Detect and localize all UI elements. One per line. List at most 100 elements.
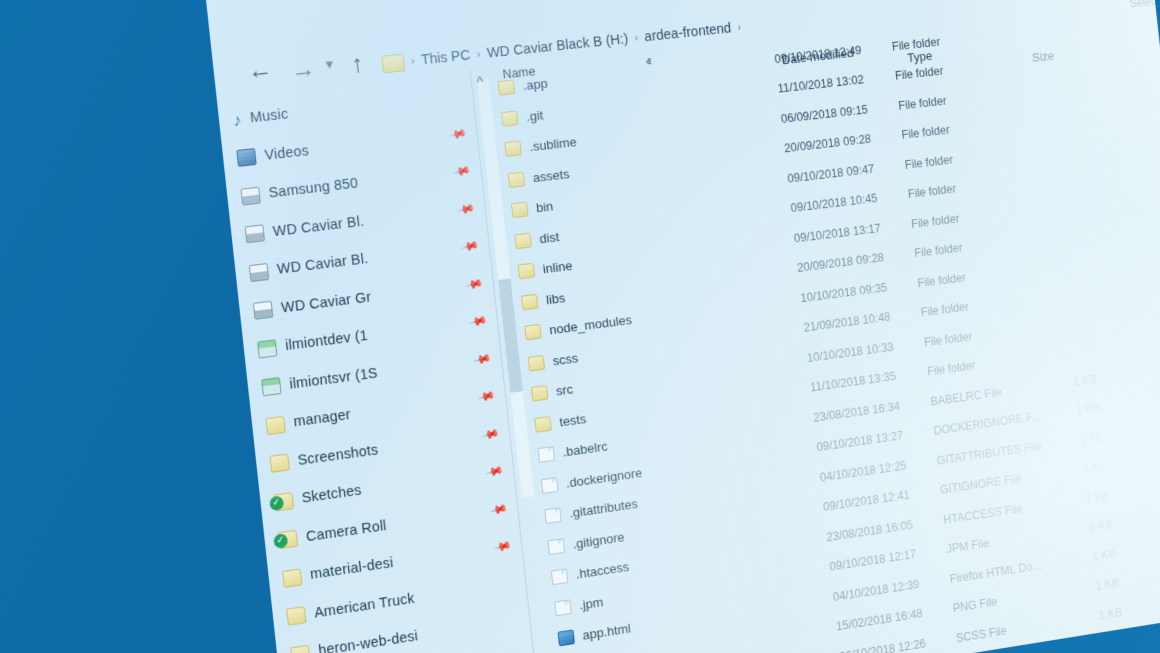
pin-icon[interactable]: 📌: [469, 312, 488, 331]
file-size: [1035, 175, 1074, 180]
file-size: 1 KB: [1082, 605, 1123, 624]
pin-icon[interactable]: 📌: [461, 237, 480, 256]
back-arrow-icon[interactable]: ←: [246, 57, 273, 84]
sidebar-item-label: heron-web-desi: [318, 629, 419, 653]
file-date: 06/09/2018 09:15: [780, 103, 868, 126]
file-name: tests: [559, 411, 587, 429]
pin-icon[interactable]: 📌: [473, 350, 492, 369]
file-icon: [544, 507, 562, 524]
file-name: .gitattributes: [569, 496, 639, 520]
file-date: 09/10/2018 09:47: [787, 162, 875, 185]
recent-locations-chevron-icon[interactable]: ▾: [325, 57, 334, 73]
network-drive-icon: [257, 339, 277, 358]
file-type: File folder: [894, 64, 944, 82]
folder-icon: [286, 606, 306, 626]
file-date: 21/09/2018 10:48: [803, 310, 891, 335]
network-drive-icon: [261, 377, 281, 396]
file-size: 1 KB: [1079, 576, 1120, 595]
breadcrumb-drive[interactable]: WD Caviar Black B (H:): [486, 31, 629, 61]
breadcrumb-separator: ›: [410, 55, 415, 67]
file-size: [1051, 320, 1090, 325]
drive-icon: [249, 263, 269, 282]
file-type: File folder: [920, 300, 969, 319]
breadcrumb-folder[interactable]: ardea-frontend: [644, 21, 732, 45]
file-type: File folder: [917, 271, 966, 290]
file-date: 06/10/2018 12:26: [839, 637, 927, 653]
breadcrumb-folder-icon: [381, 54, 405, 74]
pin-icon[interactable]: 📌: [453, 162, 472, 181]
file-icon: [548, 538, 566, 555]
file-type: File folder: [904, 153, 954, 172]
folder-icon: [508, 171, 526, 187]
folder-icon: [518, 263, 536, 280]
monitor-photo: access Copy Paste Copy path Paste shortc…: [196, 0, 1160, 653]
sync-check-icon: ✓: [273, 533, 288, 549]
file-date: 09/10/2018 13:17: [793, 221, 881, 245]
file-date: 09/10/2018 12:49: [774, 43, 862, 65]
folder-icon: [504, 141, 522, 157]
forward-arrow-icon[interactable]: →: [290, 57, 317, 84]
file-date: 04/10/2018 12:25: [819, 459, 907, 485]
sidebar-item-label: WD Caviar Bl.: [272, 214, 365, 240]
breadcrumb-this-pc[interactable]: This PC: [420, 48, 471, 69]
sidebar-item-label: American Truck: [314, 591, 416, 622]
file-size: [1019, 29, 1058, 33]
file-name: inline: [542, 258, 573, 276]
file-size: [1045, 262, 1084, 267]
sidebar-item-label: Videos: [264, 143, 310, 164]
file-date: 09/10/2018 10:45: [790, 192, 878, 216]
file-name: bin: [535, 199, 553, 216]
breadcrumb-separator: ›: [737, 22, 742, 34]
file-type: HTACCESS File: [943, 502, 1023, 527]
file-icon: [538, 446, 556, 463]
pin-icon[interactable]: 📌: [457, 200, 476, 219]
folder-icon: [290, 645, 310, 653]
pin-icon[interactable]: 📌: [477, 387, 496, 406]
file-name: .htaccess: [575, 559, 630, 581]
folder-icon: [528, 355, 546, 372]
breadcrumb-separator: ›: [634, 32, 639, 44]
file-size: [1029, 116, 1068, 121]
file-type: File folder: [914, 241, 963, 260]
file-size: 1 KB: [1085, 635, 1126, 653]
file-explorer-window[interactable]: access Copy Paste Copy path Paste shortc…: [196, 0, 1160, 653]
file-list[interactable]: .app 09/10/2018 12:49 File folder .git 1…: [497, 7, 1160, 653]
file-size: [1032, 145, 1071, 150]
file-name: app.html: [582, 621, 632, 643]
file-name: src: [555, 382, 573, 399]
file-size: [1038, 204, 1077, 209]
pin-icon[interactable]: 📌: [448, 125, 467, 144]
file-type: File folder: [907, 182, 956, 201]
sidebar-item-label: WD Caviar Gr: [280, 289, 372, 316]
pin-icon[interactable]: 📌: [493, 538, 512, 557]
file-icon: [551, 569, 569, 586]
file-name: .gitignore: [572, 529, 625, 551]
file-size: 1 KB: [1063, 431, 1104, 450]
file-name: scss: [552, 350, 579, 368]
up-arrow-icon[interactable]: ↑: [350, 52, 365, 78]
file-date: 23/08/2018 16:34: [813, 399, 901, 424]
navigation-collapse-chevron-icon[interactable]: ^: [476, 75, 484, 90]
file-type: File folder: [923, 330, 972, 349]
file-date: 23/08/2018 16:05: [826, 518, 914, 544]
sidebar-item-label: manager: [293, 407, 352, 430]
pin-icon[interactable]: 📌: [489, 500, 508, 519]
folder-icon: [514, 232, 532, 248]
file-type: GITIGNORE File: [939, 472, 1022, 497]
file-type: File folder: [911, 212, 960, 231]
pin-icon[interactable]: 📌: [481, 425, 500, 444]
folder-synced-icon: ✓: [274, 492, 294, 511]
folder-icon: [521, 294, 539, 311]
file-size: [1048, 291, 1087, 296]
sidebar-item-label: Sketches: [301, 483, 362, 507]
file-date: 20/09/2018 09:28: [784, 132, 872, 155]
breadcrumb-separator: ›: [476, 49, 481, 61]
folder-icon: [265, 415, 285, 434]
sidebar-item-label: material-desi: [309, 555, 394, 583]
folder-icon: [534, 416, 552, 433]
pin-icon[interactable]: 📌: [465, 275, 484, 294]
file-date: 11/10/2018 13:02: [777, 73, 864, 96]
pin-icon[interactable]: 📌: [485, 463, 504, 482]
file-type: File folder: [898, 94, 948, 113]
file-type: PNG File: [952, 595, 998, 615]
